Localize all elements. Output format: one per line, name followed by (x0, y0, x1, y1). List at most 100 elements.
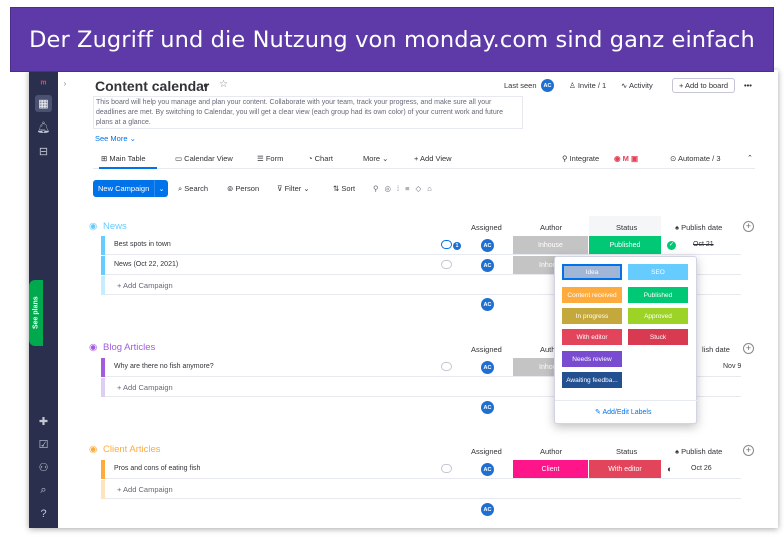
conversation-icon[interactable] (441, 464, 452, 473)
avatar[interactable]: AC (541, 79, 554, 92)
person-filter-button[interactable]: ⊚ Person (227, 184, 259, 193)
status-option[interactable]: Needs review (562, 351, 622, 367)
collapse-chevron-icon[interactable]: › (60, 78, 70, 88)
search-icon[interactable]: ⌕ (35, 482, 52, 499)
column-header-author[interactable]: Author (540, 447, 562, 456)
column-header-assigned[interactable]: Assigned (471, 345, 502, 354)
add-campaign-input[interactable]: + Add Campaign (117, 383, 173, 392)
add-view-button[interactable]: + Add View (414, 154, 452, 163)
tab-divider (93, 168, 755, 169)
group-toggle-icon[interactable]: ◉ (89, 444, 97, 455)
see-plans-tab[interactable]: See plans (29, 280, 43, 346)
more-menu-button[interactable]: ••• (744, 81, 752, 90)
add-column-button[interactable]: + (743, 445, 754, 456)
last-seen-label[interactable]: Last seen (504, 81, 537, 90)
status-cell[interactable]: With editor (589, 460, 661, 478)
item-name[interactable]: Best spots in town (114, 241, 171, 248)
group-toggle-icon[interactable]: ◉ (89, 221, 97, 232)
add-campaign-input[interactable]: + Add Campaign (117, 281, 173, 290)
invite-members-icon[interactable]: ⚇ (35, 459, 52, 476)
integrate-icon: ⚲ (562, 154, 570, 163)
puzzle-icon[interactable]: ✚ (35, 413, 52, 430)
monday-logo: ᵐ (40, 79, 47, 90)
column-header-status[interactable]: Status (616, 223, 637, 232)
status-option[interactable]: Published (628, 287, 688, 303)
avatar[interactable]: AC (481, 463, 494, 476)
publish-date[interactable]: Nov 9 (723, 363, 741, 370)
apps-grid-icon[interactable]: ▦ (35, 95, 52, 112)
status-cell[interactable]: Published (589, 236, 661, 254)
sort-button[interactable]: ⇅ Sort (333, 184, 355, 193)
new-campaign-button[interactable]: New Campaign ⌄ (93, 180, 168, 197)
add-campaign-input[interactable]: + Add Campaign (117, 485, 173, 494)
group-title-news[interactable]: News (103, 221, 127, 232)
invite-button[interactable]: ♙ Invite / 1 (569, 81, 606, 90)
add-column-button[interactable]: + (743, 221, 754, 232)
group-toggle-icon[interactable]: ◉ (89, 342, 97, 353)
activity-button[interactable]: ∿ Activity (621, 81, 653, 90)
group-title-blog-articles[interactable]: Blog Articles (103, 342, 155, 353)
tab-more[interactable]: More ⌄ (363, 154, 388, 163)
tab-chart[interactable]: ◔ Chart (308, 154, 333, 163)
table-row[interactable]: Best spots in town 1 AC Inhouse Publishe… (101, 236, 741, 255)
add-item-row[interactable]: + Add Campaign (101, 480, 741, 499)
bell-icon[interactable]: 🔔︎ (35, 119, 52, 136)
column-header-status[interactable]: Status (616, 447, 637, 456)
group-title-client-articles[interactable]: Client Articles (103, 444, 161, 455)
status-option[interactable]: Content received (562, 287, 622, 303)
column-header-publish-date[interactable]: ♠ Publish date (675, 223, 722, 232)
column-header-assigned[interactable]: Assigned (471, 447, 502, 456)
publish-date[interactable]: Oct 26 (691, 465, 712, 472)
see-more-link[interactable]: See More ⌄ (95, 134, 136, 143)
board-area: Content calendar ● ☆ Last seen AC ♙ Invi… (77, 70, 778, 528)
avatar[interactable]: AC (481, 259, 494, 272)
conversation-icon[interactable] (441, 240, 452, 249)
board-title[interactable]: Content calendar (95, 78, 209, 94)
publish-date[interactable]: Oct 21 (693, 241, 714, 248)
status-option[interactable]: Idea (562, 264, 622, 280)
tab-main-table[interactable]: ⊞ Main Table (101, 154, 146, 163)
avatar[interactable]: AC (481, 361, 494, 374)
search-button[interactable]: ⌕ Search (178, 184, 208, 194)
avatar[interactable]: AC (481, 239, 494, 252)
add-edit-labels-button[interactable]: ✎ Add/Edit Labels (595, 408, 651, 416)
column-header-author[interactable]: Author (540, 223, 562, 232)
status-option[interactable]: In progress (562, 308, 622, 324)
status-option[interactable]: Approved (628, 308, 688, 324)
info-icon[interactable]: ● (203, 80, 208, 90)
status-option[interactable]: Awaiting feedba... (562, 372, 622, 388)
my-work-icon[interactable]: ☑ (35, 436, 52, 453)
add-to-board-button[interactable]: + Add to board (672, 78, 735, 93)
author-cell[interactable]: Client (513, 460, 588, 478)
status-option[interactable]: With editor (562, 329, 622, 345)
star-icon[interactable]: ☆ (219, 79, 228, 90)
item-name[interactable]: Why are there no fish anymore? (114, 363, 214, 370)
conversation-icon[interactable] (441, 362, 452, 371)
board-description[interactable]: This board will help you manage and plan… (93, 96, 523, 129)
toolbar-extra-icons[interactable]: ⚲◎⁞≡◇⌂ (373, 184, 438, 193)
help-icon[interactable]: ? (35, 505, 52, 522)
table-row[interactable]: Pros and cons of eating fish AC Client W… (101, 460, 741, 479)
column-header-publish-date[interactable]: ♠ Publish date (675, 447, 722, 456)
author-cell[interactable]: Inhouse (513, 236, 588, 254)
integration-app-icons: ◉ M ▣ (614, 154, 639, 163)
filter-button[interactable]: ⊽ Filter ⌄ (277, 184, 310, 193)
column-header-assigned[interactable]: Assigned (471, 223, 502, 232)
tab-calendar-view[interactable]: ▭ Calendar View (175, 154, 233, 163)
chevron-down-icon[interactable]: ⌄ (154, 180, 168, 197)
status-option[interactable]: Stuck (628, 329, 688, 345)
row-color-bar (101, 256, 105, 275)
collapse-header-icon[interactable]: ⌃ (747, 154, 753, 162)
column-header-publish-date[interactable]: lish date (702, 345, 730, 354)
conversation-icon[interactable] (441, 260, 452, 269)
avatar: AC (481, 298, 494, 311)
item-name[interactable]: News (Oct 22, 2021) (114, 261, 178, 268)
item-name[interactable]: Pros and cons of eating fish (114, 465, 200, 472)
integrate-button[interactable]: ⚲ Integrate (562, 154, 599, 163)
automate-button[interactable]: ⊙ Automate / 3 (670, 154, 721, 163)
done-check-icon: ✓ (667, 241, 676, 250)
inbox-icon[interactable]: ⊟ (35, 143, 52, 160)
status-option[interactable]: SEO (628, 264, 688, 280)
tab-form[interactable]: ☰ Form (257, 154, 283, 163)
add-column-button[interactable]: + (743, 343, 754, 354)
